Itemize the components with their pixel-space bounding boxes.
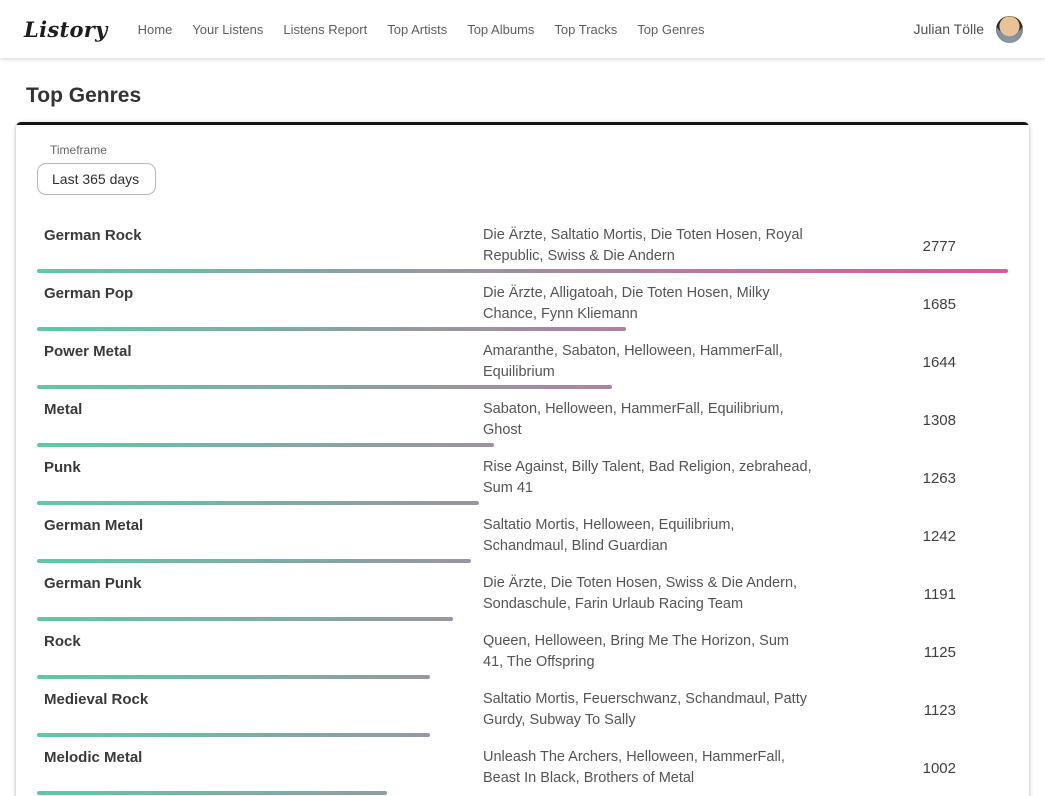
genre-bar [37,269,1008,273]
genre-row: Power Metal Amaranthe, Sabaton, Hellowee… [37,341,1008,389]
genre-bar [37,733,1008,737]
nav-item-your-listens[interactable]: Your Listens [190,16,265,43]
nav-item-top-genres[interactable]: Top Genres [635,16,706,43]
genre-bar [37,501,1008,505]
genre-table: German Rock Die Ärzte, Saltatio Mortis, … [37,219,1008,796]
genre-bar [37,327,1008,331]
card-body: Timeframe Last 365 days German Rock Die … [16,125,1029,796]
timeframe-select[interactable]: Last 365 days [37,163,156,195]
genre-count: 2777 [823,238,1008,255]
genre-count: 1644 [823,354,1008,371]
nav-item-top-artists[interactable]: Top Artists [385,16,449,43]
genre-name: Rock [37,631,483,650]
genre-name: German Metal [37,515,483,534]
genre-count: 1123 [823,702,1008,719]
genre-bar-fill [37,385,612,389]
user-name: Julian Tölle [913,21,984,37]
timeframe-label: Timeframe [50,143,1008,157]
genre-count: 1263 [823,470,1008,487]
genre-row: German Metal Saltatio Mortis, Helloween,… [37,515,1008,563]
genre-row: Medieval Rock Saltatio Mortis, Feuerschw… [37,689,1008,737]
genre-artists: Rise Against, Billy Talent, Bad Religion… [483,457,823,499]
genre-row: German Punk Die Ärzte, Die Toten Hosen, … [37,573,1008,621]
genre-bar [37,617,1008,621]
genre-bar [37,385,1008,389]
genre-artists: Saltatio Mortis, Helloween, Equilibrium,… [483,515,823,557]
genre-count: 1002 [823,760,1008,777]
genre-bar-fill [37,617,453,621]
genre-bar [37,559,1008,563]
nav-item-home[interactable]: Home [136,16,175,43]
genre-count: 1685 [823,296,1008,313]
genre-bar-fill [37,501,479,505]
top-genres-card: Timeframe Last 365 days German Rock Die … [16,122,1029,796]
genre-name: Power Metal [37,341,483,360]
genre-artists: Die Ärzte, Alligatoah, Die Toten Hosen, … [483,283,823,325]
genre-name: German Rock [37,225,483,244]
genre-count: 1191 [823,586,1008,603]
genre-bar-fill [37,675,430,679]
genre-row: Rock Queen, Helloween, Bring Me The Hori… [37,631,1008,679]
nav-item-listens-report[interactable]: Listens Report [281,16,369,43]
main-nav: Home Your Listens Listens Report Top Artist… [136,16,914,43]
genre-bar-fill [37,559,471,563]
genre-artists: Saltatio Mortis, Feuerschwanz, Schandmau… [483,689,823,731]
genre-name: Medieval Rock [37,689,483,708]
genre-artists: Unleash The Archers, Helloween, HammerFa… [483,747,823,789]
genre-name: German Punk [37,573,483,592]
genre-bar-fill [37,791,387,795]
genre-count: 1242 [823,528,1008,545]
genre-artists: Die Ärzte, Saltatio Mortis, Die Toten Ho… [483,225,823,267]
user-avatar[interactable] [996,16,1023,43]
genre-row: Melodic Metal Unleash The Archers, Hello… [37,747,1008,795]
brand-logo[interactable]: Listory [24,17,108,42]
nav-item-top-albums[interactable]: Top Albums [465,16,536,43]
genre-name: German Pop [37,283,483,302]
user-area: Julian Tölle [913,16,1023,43]
genre-bar-fill [37,443,494,447]
genre-artists: Die Ärzte, Die Toten Hosen, Swiss & Die … [483,573,823,615]
genre-bar-fill [37,327,626,331]
genre-name: Metal [37,399,483,418]
genre-bar [37,675,1008,679]
genre-bar-fill [37,733,430,737]
page-title: Top Genres [26,84,1045,108]
genre-row: Metal Sabaton, Helloween, HammerFall, Eq… [37,399,1008,447]
top-nav: Listory Home Your Listens Listens Report To… [0,0,1045,58]
genre-artists: Amaranthe, Sabaton, Helloween, HammerFal… [483,341,823,383]
genre-row: Punk Rise Against, Billy Talent, Bad Rel… [37,457,1008,505]
genre-artists: Queen, Helloween, Bring Me The Horizon, … [483,631,823,673]
genre-bar [37,443,1008,447]
genre-artists: Sabaton, Helloween, HammerFall, Equilibr… [483,399,823,441]
genre-count: 1308 [823,412,1008,429]
genre-row: German Rock Die Ärzte, Saltatio Mortis, … [37,225,1008,273]
genre-name: Melodic Metal [37,747,483,766]
genre-row: German Pop Die Ärzte, Alligatoah, Die To… [37,283,1008,331]
nav-item-top-tracks[interactable]: Top Tracks [552,16,619,43]
genre-bar [37,791,1008,795]
genre-count: 1125 [823,644,1008,661]
genre-bar-fill [37,269,1008,273]
genre-name: Punk [37,457,483,476]
